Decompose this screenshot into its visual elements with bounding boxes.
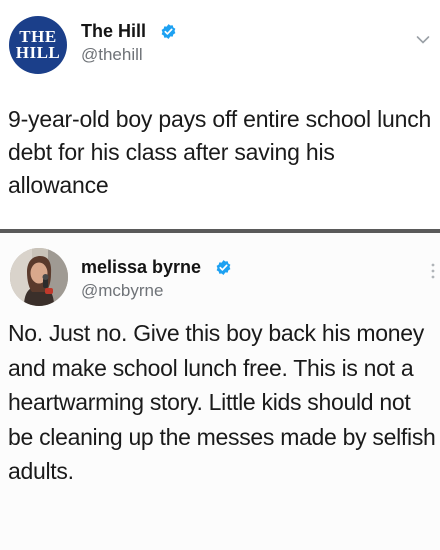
tweet-text: No. Just no. Give this boy back his mone… [8,320,436,484]
verified-badge-icon [161,24,176,39]
verified-badge-icon [216,260,231,275]
avatar[interactable] [10,248,68,306]
chevron-down-icon[interactable] [416,35,430,45]
thehill-logo-avatar[interactable]: THE HILL [9,16,67,74]
author-name[interactable]: melissa byrne [81,257,201,278]
more-vertical-icon[interactable] [431,262,435,280]
logo-text-line2: HILL [15,43,61,62]
tweet-text: 9-year-old boy pays off entire school lu… [8,106,432,198]
author-handle[interactable]: @mcbyrne [81,281,163,301]
author-name[interactable]: The Hill [81,21,146,42]
tweet-thehill: THE HILL The Hill @thehill 9-year-old bo… [0,0,440,232]
profile-photo [10,248,68,306]
author-handle[interactable]: @thehill [81,45,143,65]
